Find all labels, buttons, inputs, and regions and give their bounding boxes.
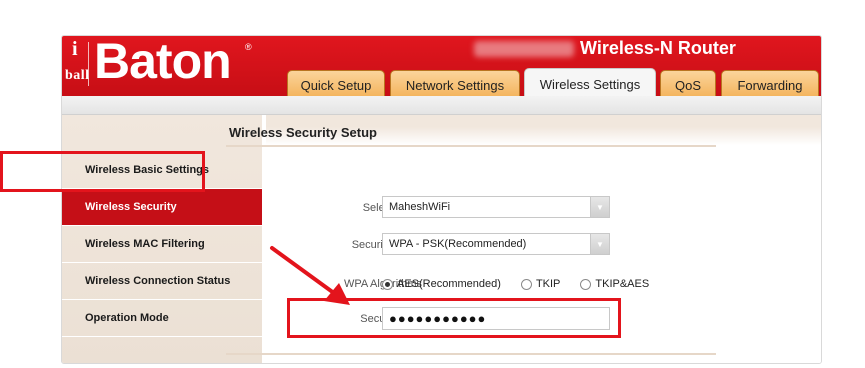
annotation-arrow-icon [270,246,350,305]
